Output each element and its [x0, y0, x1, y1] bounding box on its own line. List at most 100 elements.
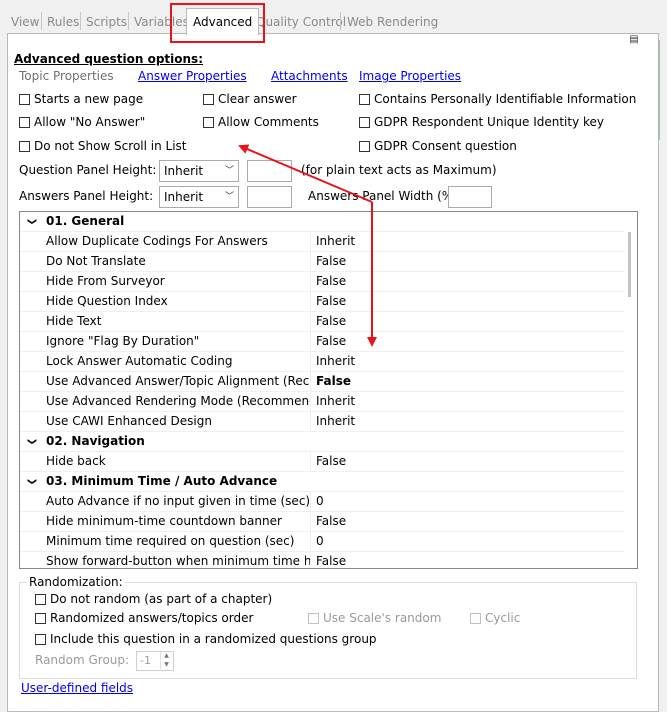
- panel-options-icon[interactable]: ▤: [628, 34, 640, 46]
- no-scroll-option[interactable]: Do not Show Scroll in List: [19, 139, 187, 153]
- answers-panel-width-label: Answers Panel Width (%):: [308, 189, 462, 203]
- subtab-answer-properties[interactable]: Answer Properties: [138, 69, 247, 83]
- gdpr-respondent-checkbox[interactable]: [359, 116, 370, 128]
- grid-property-row[interactable]: Do Not Translate False: [20, 252, 626, 272]
- answers-panel-height-value: Inherit: [164, 190, 204, 204]
- grid-category[interactable]: ❯ 03. Minimum Time / Auto Advance: [20, 472, 626, 492]
- tab-web-rendering[interactable]: Web Rendering: [344, 12, 441, 32]
- grid-column-separator: [310, 292, 311, 311]
- include-group-checkbox[interactable]: [35, 633, 46, 645]
- use-scale-random-checkbox[interactable]: [308, 612, 319, 624]
- chevron-down-icon[interactable]: ❯: [21, 438, 40, 446]
- grid-property-row[interactable]: Auto Advance if no input given in time (…: [20, 492, 626, 512]
- answers-panel-height-label: Answers Panel Height:: [19, 189, 154, 203]
- tab-scripts[interactable]: Scripts: [83, 12, 130, 32]
- grid-column-separator: [310, 372, 311, 391]
- allow-comments-option[interactable]: Allow Comments: [203, 115, 319, 129]
- randomized-order-option[interactable]: Randomized answers/topics order: [35, 611, 253, 625]
- contains-pii-checkbox[interactable]: [359, 93, 370, 105]
- tab-view[interactable]: View: [8, 12, 42, 32]
- grid-property-value[interactable]: False: [316, 372, 351, 391]
- random-group-stepper[interactable]: -1 ▲ ▼: [136, 651, 174, 671]
- property-grid-scrollbar[interactable]: [625, 212, 637, 568]
- grid-property-row[interactable]: Hide Text False: [20, 312, 626, 332]
- starts-new-page-checkbox[interactable]: [19, 93, 30, 105]
- question-panel-height-select[interactable]: Inherit ﹀: [159, 160, 239, 182]
- starts-new-page-label: Starts a new page: [34, 92, 144, 106]
- tab-rules[interactable]: Rules: [44, 12, 82, 32]
- grid-property-value[interactable]: False: [316, 452, 346, 471]
- grid-property-name: Auto Advance if no input given in time (…: [46, 494, 310, 508]
- grid-property-row[interactable]: Hide From Surveyor False: [20, 272, 626, 292]
- grid-column-separator: [310, 352, 311, 371]
- question-panel-height-input[interactable]: [247, 160, 292, 182]
- not-random-option[interactable]: Do not random (as part of a chapter): [35, 592, 272, 606]
- grid-property-row[interactable]: Use Advanced Answer/Topic Alignment (Rec…: [20, 372, 626, 392]
- grid-property-value[interactable]: Inherit: [316, 232, 355, 251]
- randomized-order-checkbox[interactable]: [35, 612, 46, 624]
- starts-new-page-option[interactable]: Starts a new page: [19, 92, 143, 106]
- grid-property-row[interactable]: Hide back False: [20, 452, 626, 472]
- subtab-attachments[interactable]: Attachments: [271, 69, 348, 83]
- grid-property-row[interactable]: Ignore "Flag By Duration" False: [20, 332, 626, 352]
- answers-panel-width-input[interactable]: [448, 186, 492, 208]
- grid-property-row[interactable]: Hide Question Index False: [20, 292, 626, 312]
- answers-panel-height-input[interactable]: [247, 186, 292, 208]
- gdpr-respondent-option[interactable]: GDPR Respondent Unique Identity key: [359, 115, 604, 129]
- grid-property-value[interactable]: False: [316, 552, 346, 568]
- spin-down-icon[interactable]: ▼: [160, 661, 172, 669]
- grid-column-separator: [310, 272, 311, 291]
- grid-property-name: Use Advanced Answer/Topic Alignment (Rec…: [46, 374, 310, 388]
- include-group-option[interactable]: Include this question in a randomized qu…: [35, 632, 377, 646]
- user-defined-fields-link[interactable]: User-defined fields: [21, 681, 133, 695]
- use-scale-random-option[interactable]: Use Scale's random: [308, 611, 441, 625]
- grid-property-value[interactable]: Inherit: [316, 352, 355, 371]
- grid-property-value[interactable]: False: [316, 252, 346, 271]
- clear-answer-option[interactable]: Clear answer: [203, 92, 297, 106]
- grid-property-value[interactable]: 0: [316, 532, 324, 551]
- not-random-checkbox[interactable]: [35, 593, 46, 605]
- grid-property-row[interactable]: Minimum time required on question (sec) 0: [20, 532, 626, 552]
- question-panel-height-value: Inherit: [164, 164, 204, 178]
- subtab-image-properties[interactable]: Image Properties: [359, 69, 461, 83]
- grid-property-row[interactable]: Lock Answer Automatic Coding Inherit: [20, 352, 626, 372]
- grid-property-name: Use CAWI Enhanced Design: [46, 414, 212, 428]
- allow-comments-checkbox[interactable]: [203, 116, 214, 128]
- chevron-down-icon[interactable]: ❯: [21, 218, 40, 226]
- grid-category[interactable]: ❯ 01. General: [20, 212, 626, 232]
- chevron-down-icon[interactable]: ❯: [21, 478, 40, 486]
- grid-property-name: Hide back: [46, 454, 106, 468]
- allow-no-answer-option[interactable]: Allow "No Answer": [19, 115, 145, 129]
- answers-panel-height-select[interactable]: Inherit ﹀: [159, 186, 239, 208]
- grid-category[interactable]: ❯ 02. Navigation: [20, 432, 626, 452]
- grid-property-value[interactable]: 0: [316, 492, 324, 511]
- grid-property-value[interactable]: False: [316, 312, 346, 331]
- subtab-topic-properties[interactable]: Topic Properties: [19, 69, 114, 83]
- grid-property-value[interactable]: False: [316, 272, 346, 291]
- contains-pii-option[interactable]: Contains Personally Identifiable Informa…: [359, 92, 636, 106]
- grid-property-value[interactable]: Inherit: [316, 392, 355, 411]
- grid-property-name: Allow Duplicate Codings For Answers: [46, 234, 268, 248]
- cyclic-option[interactable]: Cyclic: [470, 611, 520, 625]
- grid-property-value[interactable]: Inherit: [316, 412, 355, 431]
- grid-property-value[interactable]: False: [316, 512, 346, 531]
- no-scroll-checkbox[interactable]: [19, 140, 30, 152]
- spin-up-icon[interactable]: ▲: [160, 652, 172, 660]
- allow-no-answer-label: Allow "No Answer": [34, 115, 146, 129]
- grid-property-row[interactable]: Use Advanced Rendering Mode (Recommended…: [20, 392, 626, 412]
- grid-property-row[interactable]: Allow Duplicate Codings For Answers Inher…: [20, 232, 626, 252]
- grid-property-row[interactable]: Hide minimum-time countdown banner False: [20, 512, 626, 532]
- question-panel-height-label: Question Panel Height:: [19, 163, 157, 177]
- grid-column-separator: [310, 532, 311, 551]
- scrollbar-thumb[interactable]: [628, 232, 631, 297]
- clear-answer-checkbox[interactable]: [203, 93, 214, 105]
- grid-property-value[interactable]: False: [316, 332, 346, 351]
- grid-property-row[interactable]: Show forward-button when minimum time ha…: [20, 552, 626, 568]
- grid-property-row[interactable]: Use CAWI Enhanced Design Inherit: [20, 412, 626, 432]
- cyclic-checkbox[interactable]: [470, 612, 481, 624]
- allow-no-answer-checkbox[interactable]: [19, 116, 30, 128]
- grid-property-value[interactable]: False: [316, 292, 346, 311]
- gdpr-consent-checkbox[interactable]: [359, 140, 370, 152]
- gdpr-consent-option[interactable]: GDPR Consent question: [359, 139, 517, 153]
- tab-quality-control[interactable]: Quality Control: [253, 12, 349, 32]
